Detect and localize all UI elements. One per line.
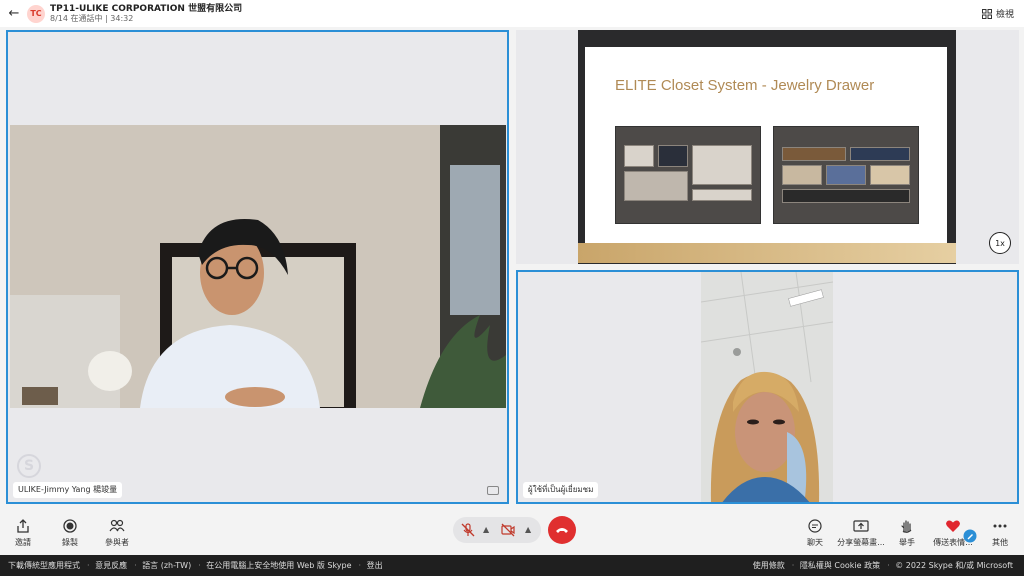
grid-view-label: 檢視: [995, 10, 1014, 20]
invite-button[interactable]: 邀請: [1, 519, 45, 548]
raise-hand-icon: [901, 520, 912, 533]
more-icon: [993, 524, 1007, 528]
skype-logo-icon: S: [17, 454, 41, 478]
shared-screen-tile[interactable]: ELITE Closet System - Jewelry Drawer 1x: [516, 30, 1019, 264]
footer-link-download[interactable]: 下載傳統型應用程式: [8, 560, 80, 571]
record-button[interactable]: 錄製: [48, 519, 92, 548]
back-arrow-icon[interactable]: ←: [7, 6, 21, 21]
mic-muted-icon[interactable]: [461, 523, 475, 537]
footer-left-links: 下載傳統型應用程式 · 意見反應 · 語言 (zh-TW) · 在公用電腦上安全地使用…: [8, 560, 383, 571]
share-icon: [17, 519, 29, 533]
footer-link-terms[interactable]: 使用條款: [753, 560, 785, 571]
participant-video-woman: [700, 272, 834, 502]
end-call-button[interactable]: [548, 516, 576, 544]
footer-bar: 下載傳統型應用程式 · 意見反應 · 語言 (zh-TW) · 在公用電腦上安全地使用…: [0, 555, 1024, 576]
call-title-block: TP11-ULIKE CORPORATION 世盟有限公司 8/14 在通話中 …: [50, 4, 242, 24]
raise-hand-button[interactable]: 舉手: [885, 519, 929, 548]
raise-hand-label: 舉手: [899, 538, 915, 547]
participant-tile-main[interactable]: S ULIKE-Jimmy Yang 楊竣量: [6, 30, 509, 504]
record-icon: [63, 519, 77, 533]
chat-button[interactable]: 聊天: [793, 519, 837, 548]
jewelry-drawer-photo-1: [615, 126, 761, 224]
slide-accent-strip: [578, 243, 956, 263]
call-controls-bar: 邀請 錄製 參與者 ▲ ▲ 聊天 分享螢幕畫... 舉手 傳送表情... 其他: [0, 509, 1024, 555]
grid-view-icon: [981, 8, 992, 19]
chat-icon: [808, 519, 822, 533]
media-toggle-group: ▲ ▲: [453, 517, 541, 543]
participant-name-main: ULIKE-Jimmy Yang 楊竣量: [13, 482, 123, 498]
presentation-slide: ELITE Closet System - Jewelry Drawer: [585, 47, 947, 243]
participant-video-man: [10, 125, 506, 413]
chat-label: 聊天: [807, 538, 823, 547]
record-label: 錄製: [62, 538, 78, 547]
heart-icon: [946, 520, 960, 532]
pen-badge-icon: [963, 529, 977, 543]
share-screen-icon: [853, 520, 869, 532]
captions-icon[interactable]: [487, 486, 499, 495]
slide-title: ELITE Closet System - Jewelry Drawer: [615, 77, 875, 94]
camera-off-icon[interactable]: [501, 523, 515, 537]
camera-options-chevron-icon[interactable]: ▲: [525, 525, 531, 534]
footer-link-feedback[interactable]: 意見反應: [95, 560, 127, 571]
hang-up-icon: [556, 528, 568, 533]
playback-speed-button[interactable]: 1x: [989, 232, 1011, 254]
footer-right-links: 使用條款 · 隱私權與 Cookie 政策 · © 2022 Skype 和/或 M…: [752, 560, 1013, 571]
footer-copyright: © 2022 Skype 和/或 Microsoft: [895, 561, 1013, 570]
footer-link-signout[interactable]: 登出: [367, 560, 383, 571]
mic-options-chevron-icon[interactable]: ▲: [483, 525, 489, 534]
top-bar: ← TC TP11-ULIKE CORPORATION 世盟有限公司 8/14 …: [0, 0, 1024, 27]
video-frame-man: [10, 125, 506, 413]
participant-tile-guest[interactable]: ผู้ใช้ที่เป็นผู้เยี่ยมชม: [516, 270, 1019, 504]
invite-label: 邀請: [15, 538, 31, 547]
share-screen-label: 分享螢幕畫...: [837, 538, 885, 547]
call-title[interactable]: TP11-ULIKE CORPORATION 世盟有限公司: [50, 4, 242, 14]
jewelry-drawer-photo-2: [773, 126, 919, 224]
participants-button[interactable]: 參與者: [95, 519, 139, 548]
grid-view-button[interactable]: 檢視: [981, 7, 1014, 20]
footer-link-public-computer[interactable]: 在公用電腦上安全地使用 Web 版 Skype: [206, 560, 351, 571]
more-options-button[interactable]: 其他: [978, 519, 1022, 548]
footer-link-language[interactable]: 語言 (zh-TW): [142, 560, 191, 571]
send-reaction-button[interactable]: 傳送表情...: [928, 519, 978, 548]
call-status: 8/14 在通話中 | 34:32: [50, 13, 134, 23]
footer-link-privacy[interactable]: 隱私權與 Cookie 政策: [800, 560, 880, 571]
participants-icon: [109, 519, 125, 532]
participant-name-guest: ผู้ใช้ที่เป็นผู้เยี่ยมชม: [523, 482, 599, 498]
more-options-label: 其他: [992, 538, 1008, 547]
participants-label: 參與者: [105, 538, 129, 547]
avatar[interactable]: TC: [27, 4, 45, 23]
video-frame-woman: [700, 272, 834, 502]
share-screen-button[interactable]: 分享螢幕畫...: [834, 519, 888, 548]
